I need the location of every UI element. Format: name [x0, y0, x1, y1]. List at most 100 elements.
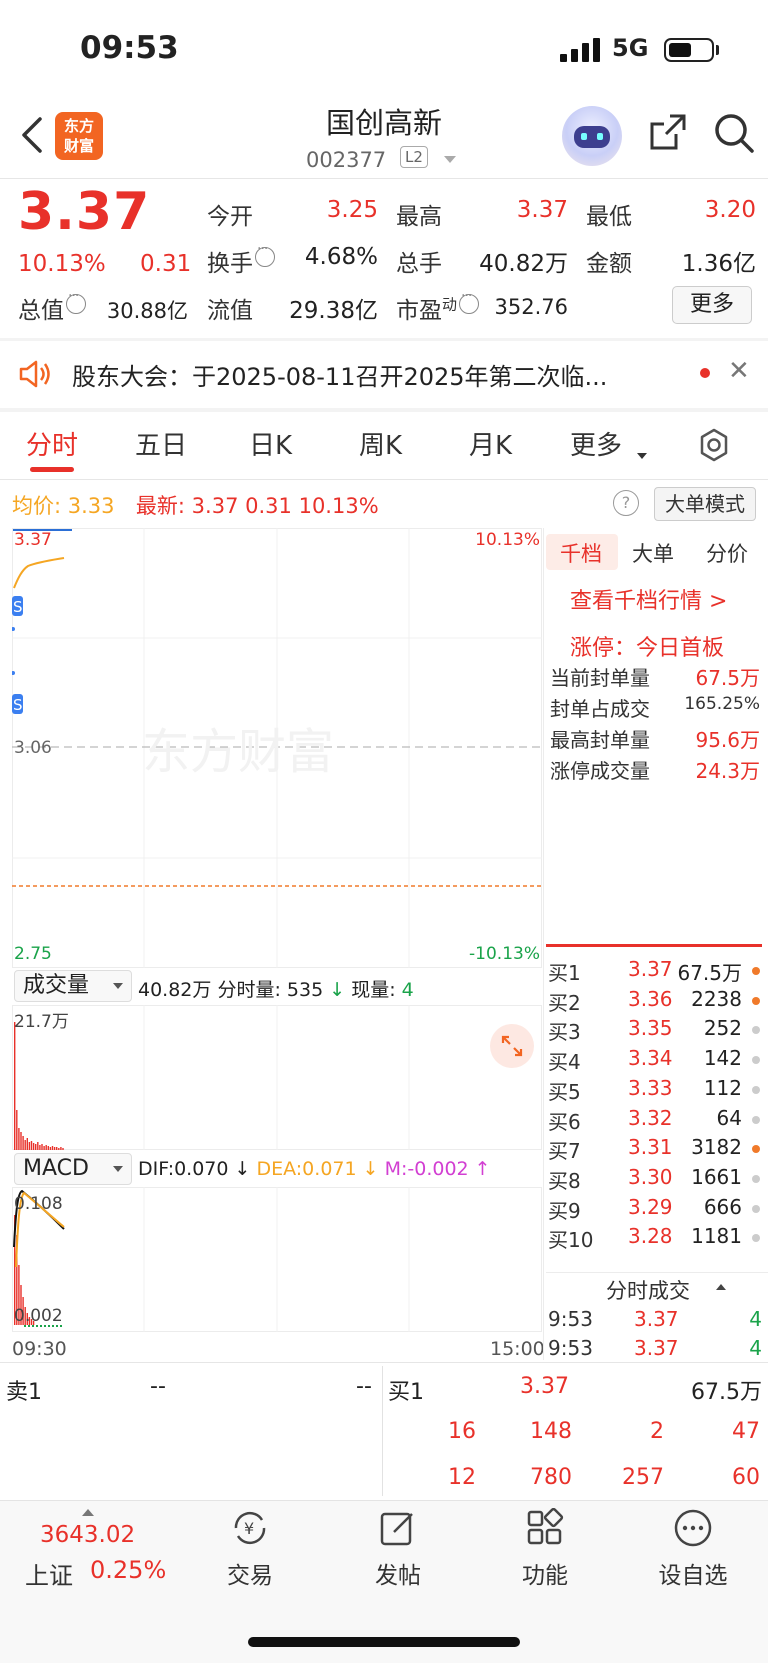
- help-icon[interactable]: ?: [613, 490, 639, 516]
- bid-row[interactable]: 买4 3.34 142: [546, 1046, 768, 1076]
- pct-axis-bottom: -10.13%: [469, 944, 540, 964]
- queue-order: 2: [650, 1419, 664, 1444]
- macd-chart[interactable]: 0.108 0.002: [12, 1187, 542, 1332]
- divider: [546, 1272, 768, 1273]
- chevron-down-icon[interactable]: [444, 156, 456, 163]
- high-label: 最高: [396, 204, 442, 230]
- bid-row[interactable]: 买10 3.28 1181: [546, 1224, 768, 1254]
- stat-label: 最高封单量: [550, 728, 650, 752]
- bid-row[interactable]: 买3 3.35 252: [546, 1016, 768, 1046]
- unread-dot: [700, 368, 710, 378]
- volume-total: 40.82万: [138, 979, 212, 1001]
- divider: [0, 178, 768, 179]
- volume-bar: [22, 1136, 24, 1150]
- sell1-volume: --: [356, 1374, 372, 1399]
- tab-zhouk[interactable]: 周K: [359, 425, 402, 462]
- macd-m: M:-0.002: [384, 1158, 469, 1180]
- macd-indicator-selector[interactable]: MACD: [14, 1153, 132, 1185]
- bid-row[interactable]: 买5 3.33 112: [546, 1076, 768, 1106]
- open-value: 3.25: [326, 197, 378, 223]
- high-value: 3.37: [516, 197, 568, 223]
- queue-order: 12: [448, 1465, 476, 1490]
- volume-bar: [45, 1145, 47, 1150]
- volume-chart[interactable]: 21.7万: [12, 1005, 542, 1150]
- nav-function[interactable]: 功能: [490, 1507, 600, 1590]
- view-depth-link[interactable]: 查看千档行情 >: [570, 583, 727, 615]
- latest-percent: 10.13%: [298, 494, 379, 518]
- level2-badge[interactable]: L2: [400, 146, 428, 168]
- caret-down-icon[interactable]: [637, 453, 647, 459]
- turnover-label[interactable]: 换手: [207, 241, 275, 278]
- bid-row[interactable]: 买6 3.32 64: [546, 1106, 768, 1136]
- latest-price: 3.37: [191, 494, 239, 518]
- back-arrow-icon[interactable]: [18, 115, 48, 155]
- index-value[interactable]: 3643.02: [40, 1522, 135, 1548]
- bid-row[interactable]: 买8 3.30 1661: [546, 1165, 768, 1195]
- divider: [0, 408, 768, 412]
- stat-value: 95.6万: [695, 728, 760, 752]
- volume-indicator-selector[interactable]: 成交量: [14, 970, 132, 1002]
- index-name[interactable]: 上证: [25, 1556, 73, 1591]
- volume-bar: [58, 1148, 60, 1150]
- nav-trade[interactable]: ¥ 交易: [195, 1508, 305, 1590]
- close-icon[interactable]: ✕: [728, 356, 750, 386]
- tab-dadan[interactable]: 大单: [632, 538, 674, 568]
- bid-row[interactable]: 买9 3.29 666: [546, 1195, 768, 1225]
- buy1-label: 买1: [388, 1380, 424, 1405]
- intraday-price-chart[interactable]: 东方财富 S S 3.37 3.06 2.75 10.13% -10.13%: [12, 528, 542, 968]
- notice-text[interactable]: 股东大会：于2025-08-11召开2025年第二次临...: [72, 357, 662, 392]
- tab-more[interactable]: 更多: [570, 425, 622, 462]
- price-info-row: 均价: 3.33 最新: 3.37 0.31 10.13%: [12, 494, 379, 518]
- mktcap-value: 30.88亿: [106, 299, 188, 323]
- macd-axis-bottom: 0.002: [14, 1306, 63, 1326]
- watermark: 东方财富: [142, 724, 334, 780]
- nav-add-watchlist[interactable]: 设自选: [638, 1508, 748, 1590]
- bid-row[interactable]: 买1 3.37 67.5万: [546, 957, 768, 987]
- low-label: 最低: [586, 204, 632, 230]
- pe-label[interactable]: 市盈动: [396, 288, 480, 325]
- info-dots-icon[interactable]: [66, 288, 86, 314]
- limit-up-title: 涨停：今日首板: [570, 636, 725, 661]
- stat-label: 涨停成交量: [550, 759, 650, 783]
- volume-bar: [49, 1147, 52, 1150]
- tab-fenshi[interactable]: 分时: [26, 425, 78, 462]
- activity-dot: [752, 967, 760, 975]
- tab-fenjia[interactable]: 分价: [706, 538, 748, 568]
- volume-label: 总手: [396, 251, 442, 277]
- activity-dot: [752, 1174, 760, 1183]
- divider: [0, 1362, 768, 1363]
- bid-row[interactable]: 买2 3.36 2238: [546, 987, 768, 1017]
- info-dots-icon[interactable]: [459, 288, 480, 314]
- caret-up-icon[interactable]: [716, 1284, 726, 1290]
- bid-ask-separator: [546, 944, 762, 947]
- mktcap-label[interactable]: 总值: [18, 288, 86, 325]
- index-percent[interactable]: 0.25%: [90, 1556, 166, 1584]
- stat-value: 24.3万: [695, 759, 760, 783]
- info-dots-icon[interactable]: [255, 241, 275, 267]
- search-icon[interactable]: [713, 112, 755, 154]
- change-amount: 0.31: [140, 251, 192, 277]
- tab-qiandang[interactable]: 千档: [560, 538, 602, 568]
- more-button[interactable]: 更多: [672, 286, 752, 324]
- stat-label: 封单占成交: [550, 697, 650, 721]
- tab-wuri[interactable]: 五日: [135, 425, 187, 462]
- pct-axis-top: 10.13%: [475, 530, 540, 550]
- share-icon[interactable]: [648, 112, 688, 152]
- float-value: 29.38亿: [289, 298, 378, 324]
- caret-up-icon[interactable]: [82, 1509, 94, 1516]
- ai-assistant-avatar[interactable]: [562, 106, 622, 166]
- expand-icon[interactable]: [490, 1024, 534, 1068]
- tab-rik[interactable]: 日K: [249, 425, 292, 462]
- nav-post[interactable]: 发帖: [343, 1508, 453, 1590]
- tab-yuek[interactable]: 月K: [469, 425, 512, 462]
- robot-icon: [574, 126, 610, 148]
- bid-row[interactable]: 买7 3.31 3182: [546, 1135, 768, 1165]
- tick-trades-title[interactable]: 分时成交: [606, 1275, 690, 1305]
- volume-bar: [39, 1145, 41, 1150]
- tab-active-indicator: [30, 467, 74, 472]
- big-order-mode-button[interactable]: 大单模式: [654, 487, 756, 521]
- volume-bar: [56, 1147, 58, 1150]
- price-axis-top: 3.37: [14, 530, 52, 550]
- divider: [0, 479, 768, 480]
- gear-icon[interactable]: [697, 428, 731, 462]
